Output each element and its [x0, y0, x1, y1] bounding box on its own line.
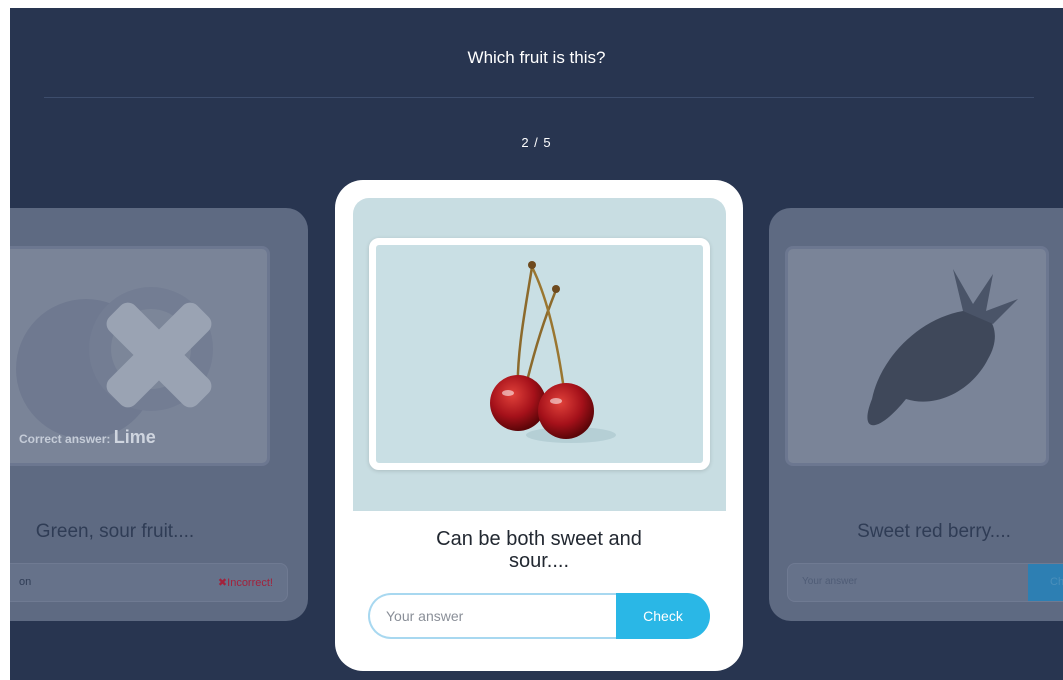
next-check-button: Ch [1028, 564, 1063, 601]
check-button[interactable]: Check [616, 593, 710, 639]
next-answer-placeholder: Your answer [802, 576, 858, 587]
previous-question-card: Correct answer: Lime Green, sour fruit..… [10, 208, 308, 621]
question-description: Can be both sweet and sour.... [335, 528, 743, 572]
next-question-description: Sweet red berry.... [857, 521, 1011, 542]
next-question-card: Sweet red berry.... Your answer Ch [769, 208, 1063, 621]
incorrect-status: ✖Incorrect! [217, 577, 273, 589]
question-description-line2: sour.... [508, 550, 570, 572]
strawberry-image-frame [785, 246, 1049, 466]
question-image-area [353, 198, 726, 511]
previous-answer-field: on ✖Incorrect! [10, 563, 288, 602]
correct-answer-label: Correct answer: [19, 432, 111, 446]
lime-image-frame: Correct answer: Lime [10, 246, 270, 466]
answer-input[interactable] [368, 593, 616, 639]
x-mark-icon [106, 302, 212, 408]
question-description-line1: Can be both sweet and [436, 528, 642, 550]
previous-question-description: Green, sour fruit.... [35, 521, 195, 542]
question-counter: 2 / 5 [521, 135, 552, 150]
cherries-image [490, 261, 616, 443]
previous-answer-value: on [19, 576, 32, 588]
quiz-title: Which fruit is this? [467, 48, 606, 67]
correct-answer: Correct answer: Lime [19, 427, 156, 448]
strawberry-image [867, 269, 1018, 426]
title-divider [44, 97, 1034, 98]
current-question-card: Can be both sweet and sour.... Check [335, 180, 743, 671]
correct-answer-value: Lime [113, 427, 156, 447]
quiz-stage: Which fruit is this? 2 / 5 Correct answe… [10, 8, 1063, 680]
question-image-frame [369, 238, 710, 470]
next-answer-field: Your answer Ch [787, 563, 1063, 602]
